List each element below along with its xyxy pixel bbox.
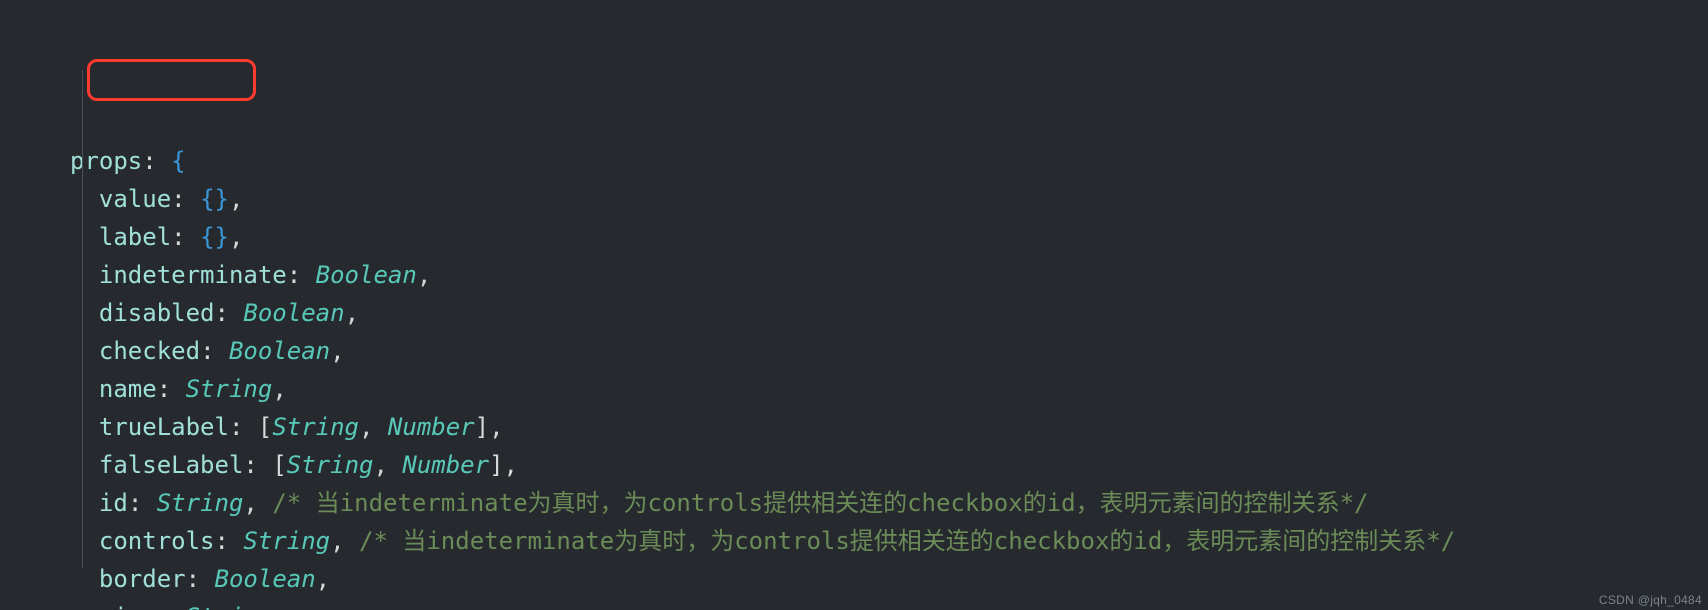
code-token: , xyxy=(330,527,359,555)
code-line: indeterminate: Boolean, xyxy=(70,256,1708,294)
code-token: [ xyxy=(272,451,286,479)
code-line: name: String, xyxy=(70,370,1708,408)
code-token: , xyxy=(417,261,431,289)
code-token: , xyxy=(373,451,402,479)
code-token: , xyxy=(316,565,330,593)
code-token: String xyxy=(157,489,244,517)
code-token: Number xyxy=(402,451,489,479)
code-token: props xyxy=(70,147,142,175)
code-token: Boolean xyxy=(215,565,316,593)
code-line: props: { xyxy=(70,142,1708,180)
code-token: ] xyxy=(475,413,489,441)
code-token: : xyxy=(128,489,157,517)
code-line: border: Boolean, xyxy=(70,560,1708,598)
code-line: controls: String, /* 当indeterminate为真时，为… xyxy=(70,522,1708,560)
code-line: falseLabel: [String, Number], xyxy=(70,446,1708,484)
code-token: ] xyxy=(489,451,503,479)
watermark: CSDN @jqh_0484 xyxy=(1599,594,1702,606)
code-token: String xyxy=(186,603,273,610)
code-token: , xyxy=(330,337,344,365)
code-token: indeterminate xyxy=(99,261,287,289)
code-token: , xyxy=(243,489,272,517)
code-token: controls xyxy=(99,527,215,555)
code-token: , xyxy=(504,451,518,479)
code-token: , xyxy=(229,223,243,251)
code-line: disabled: Boolean, xyxy=(70,294,1708,332)
code-token: label xyxy=(99,223,171,251)
code-token: , xyxy=(272,375,286,403)
code-token: /* 当indeterminate为真时，为controls提供相关连的chec… xyxy=(359,527,1455,555)
code-token: id xyxy=(99,489,128,517)
code-token: : xyxy=(200,337,229,365)
code-token: : xyxy=(142,147,171,175)
code-token: Boolean xyxy=(229,337,330,365)
code-token: checked xyxy=(99,337,200,365)
code-token: border xyxy=(99,565,186,593)
code-token: String xyxy=(243,527,330,555)
code-token: : xyxy=(287,261,316,289)
code-token: : xyxy=(171,185,200,213)
code-token: size xyxy=(99,603,157,610)
code-token: { xyxy=(171,147,185,175)
code-line: size: String xyxy=(70,598,1708,610)
code-token: : xyxy=(157,375,186,403)
code-token: : xyxy=(186,565,215,593)
code-token: Boolean xyxy=(316,261,417,289)
code-token: String xyxy=(186,375,273,403)
code-token: String xyxy=(272,413,359,441)
code-token: , xyxy=(229,185,243,213)
code-line: checked: Boolean, xyxy=(70,332,1708,370)
code-editor: props: { value: {}, label: {}, indetermi… xyxy=(0,0,1708,610)
code-line: label: {}, xyxy=(70,218,1708,256)
code-token: String xyxy=(287,451,374,479)
code-token: : xyxy=(215,527,244,555)
code-token: trueLabel xyxy=(99,413,229,441)
code-token: name xyxy=(99,375,157,403)
code-token: /* 当indeterminate为真时，为controls提供相关连的chec… xyxy=(272,489,1368,517)
code-token: : xyxy=(243,451,272,479)
code-token: Boolean xyxy=(243,299,344,327)
code-token: : xyxy=(157,603,186,610)
code-token: {} xyxy=(200,223,229,251)
code-token: : xyxy=(171,223,200,251)
code-token: , xyxy=(359,413,388,441)
indent-guide xyxy=(82,70,83,568)
code-token: : xyxy=(215,299,244,327)
highlight-box xyxy=(87,59,256,101)
code-token: : xyxy=(229,413,258,441)
code-line: value: {}, xyxy=(70,180,1708,218)
code-line: trueLabel: [String, Number], xyxy=(70,408,1708,446)
code-token: , xyxy=(345,299,359,327)
code-token: {} xyxy=(200,185,229,213)
code-token: falseLabel xyxy=(99,451,244,479)
code-token: Number xyxy=(388,413,475,441)
code-block: props: { value: {}, label: {}, indetermi… xyxy=(70,142,1708,610)
code-token: disabled xyxy=(99,299,215,327)
code-token: , xyxy=(489,413,503,441)
code-line: id: String, /* 当indeterminate为真时，为contro… xyxy=(70,484,1708,522)
code-token: value xyxy=(99,185,171,213)
code-token: [ xyxy=(258,413,272,441)
